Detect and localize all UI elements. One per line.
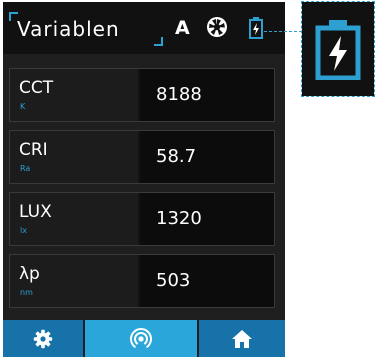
signal-icon	[130, 327, 152, 351]
measurement-unit: lx	[20, 226, 27, 235]
measurement-name: λp	[19, 264, 40, 284]
measurement-value-cell: 8188	[140, 69, 274, 121]
home-icon	[232, 329, 252, 348]
measurement-row-cri[interactable]: CRI Ra 58.7	[9, 130, 275, 184]
measurement-row-peak-wavelength[interactable]: λp nm 503	[9, 254, 275, 308]
nav-home-button[interactable]	[199, 320, 285, 357]
battery-charging-icon	[315, 20, 361, 80]
header-bar: Variablen A	[3, 2, 285, 54]
measurement-value: 58.7	[156, 146, 197, 167]
title-corner-bottom-right	[154, 37, 163, 46]
gear-icon	[33, 329, 53, 348]
device-screen: Variablen A CCT K 8188 CRI Ra 58.7 LUX l…	[3, 2, 285, 357]
measurement-name: LUX	[19, 202, 52, 222]
battery-charging-icon	[249, 17, 263, 39]
measurement-value: 8188	[156, 84, 202, 105]
measurement-name: CRI	[19, 140, 48, 160]
measurement-label-cell: CCT K	[10, 69, 138, 121]
measurement-value-cell: 58.7	[140, 131, 274, 183]
nav-settings-button[interactable]	[3, 320, 83, 357]
measurement-value-cell: 503	[140, 255, 274, 307]
page-title: Variablen	[17, 17, 120, 41]
measurement-value: 1320	[156, 208, 202, 229]
aperture-icon[interactable]	[206, 16, 228, 38]
measurement-unit: Ra	[20, 164, 31, 173]
measurement-value-cell: 1320	[140, 193, 274, 245]
measurement-unit: K	[20, 102, 26, 111]
mode-indicator[interactable]: A	[175, 16, 190, 40]
callout-line	[264, 31, 302, 32]
nav-signal-button[interactable]	[85, 320, 197, 357]
measurement-unit: nm	[20, 288, 33, 297]
measurement-row-cct[interactable]: CCT K 8188	[9, 68, 275, 122]
measurement-name: CCT	[19, 78, 54, 98]
measurement-label-cell: CRI Ra	[10, 131, 138, 183]
measurement-label-cell: LUX lx	[10, 193, 138, 245]
bottom-nav	[3, 320, 285, 357]
title-box[interactable]: Variablen	[9, 12, 163, 46]
measurement-row-lux[interactable]: LUX lx 1320	[9, 192, 275, 246]
measurement-value: 503	[156, 270, 191, 291]
battery-callout	[301, 1, 375, 97]
measurement-label-cell: λp nm	[10, 255, 138, 307]
